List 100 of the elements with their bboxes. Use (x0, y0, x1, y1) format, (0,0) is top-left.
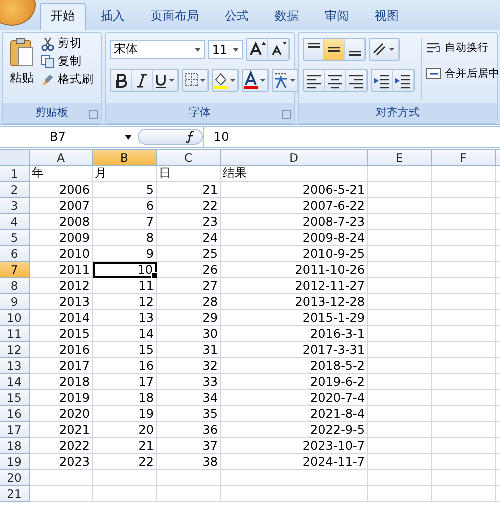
ribbon-tab[interactable]: 审阅 (314, 3, 360, 30)
table-cell (368, 486, 432, 502)
table-cell: 24 (157, 230, 221, 246)
table-cell (157, 470, 221, 486)
table-cell (368, 294, 432, 310)
ribbon-tab[interactable]: 视图 (364, 3, 410, 30)
row-header[interactable]: 8 (0, 278, 30, 294)
table-cell: 2012-11-27 (221, 278, 368, 294)
font-name-field[interactable]: 宋体 (110, 40, 206, 59)
borders-icon[interactable] (183, 70, 208, 91)
table-cell (368, 310, 432, 326)
table-cell: 2008-7-23 (221, 214, 368, 230)
cut-button[interactable]: 剪切 (41, 36, 94, 51)
function-icon[interactable] (185, 131, 197, 143)
row-header[interactable]: 2 (0, 182, 30, 198)
font-size-field[interactable]: 11 (208, 40, 243, 59)
row-header[interactable]: 6 (0, 246, 30, 262)
ribbon-tab[interactable]: 公式 (214, 3, 260, 30)
table-cell: 2009-8-24 (221, 230, 368, 246)
row-header[interactable]: 1 (0, 166, 30, 182)
scissors-icon[interactable] (41, 36, 55, 50)
row-header[interactable]: 12 (0, 342, 30, 358)
row-header[interactable]: 10 (0, 310, 30, 326)
wrap-text-button[interactable]: 自动换行 (426, 40, 500, 56)
table-cell: 2021-8-4 (221, 406, 368, 422)
table-cell (432, 166, 496, 182)
table-cell: 38 (157, 454, 221, 470)
table-cell: 2013 (30, 294, 93, 310)
table-cell: 年 (30, 166, 93, 182)
align-right-icon[interactable] (346, 70, 367, 91)
table-cell: 17 (93, 374, 157, 390)
row-header[interactable]: 18 (0, 438, 30, 454)
row-header[interactable]: 17 (0, 422, 30, 438)
align-left-icon[interactable] (304, 70, 325, 91)
table-cell: 37 (157, 438, 221, 454)
column-header[interactable]: C (157, 150, 221, 166)
decrease-indent-icon[interactable] (372, 70, 393, 91)
group-label: 剪贴板 (3, 103, 101, 123)
clipboard-icon[interactable] (10, 38, 34, 68)
row-header[interactable]: 16 (0, 406, 30, 422)
row-header[interactable]: 21 (0, 486, 30, 502)
insert-function-button[interactable] (138, 129, 203, 145)
table-cell: 36 (157, 422, 221, 438)
row-header[interactable]: 4 (0, 214, 30, 230)
ribbon-tab[interactable]: 数据 (264, 3, 310, 30)
table-cell: 2024-11-7 (221, 454, 368, 470)
copy-button[interactable]: 复制 (41, 54, 94, 69)
row-header[interactable]: 13 (0, 358, 30, 374)
merge-cells-icon[interactable] (426, 66, 442, 82)
ribbon-tab[interactable]: 页面布局 (140, 3, 210, 30)
column-header[interactable]: D (221, 150, 368, 166)
merge-center-button[interactable]: 合并后居中 (426, 66, 500, 82)
dropdown-icon[interactable] (233, 48, 239, 52)
table-cell: 2014 (30, 310, 93, 326)
fill-color-icon[interactable] (213, 70, 238, 91)
row-header[interactable]: 3 (0, 198, 30, 214)
copy-icon[interactable] (41, 54, 55, 68)
column-header[interactable]: F (432, 150, 496, 166)
row-header[interactable]: 11 (0, 326, 30, 342)
column-header[interactable]: B (93, 150, 157, 166)
row-header[interactable]: 14 (0, 374, 30, 390)
table-cell: 2015 (30, 326, 93, 342)
table-cell (432, 278, 496, 294)
vertical-align-button[interactable] (324, 39, 345, 60)
dropdown-icon[interactable] (195, 48, 202, 52)
table-cell: 35 (157, 406, 221, 422)
table-cell (432, 342, 496, 358)
format-painter-button[interactable]: 格式刷 (41, 72, 94, 87)
ribbon-tab[interactable]: 插入 (90, 3, 136, 30)
table-cell (432, 438, 496, 454)
row-header[interactable]: 15 (0, 390, 30, 406)
table-cell: 2017 (30, 358, 93, 374)
table-cell: 22 (93, 454, 157, 470)
column-header[interactable]: E (368, 150, 432, 166)
row-header[interactable]: 7 (0, 262, 30, 278)
column-header[interactable]: A (30, 150, 93, 166)
table-cell: 2011-10-26 (221, 262, 368, 278)
table-cell: 31 (157, 342, 221, 358)
row-header[interactable]: 9 (0, 294, 30, 310)
paintbrush-icon[interactable] (41, 72, 55, 86)
table-cell (93, 470, 157, 486)
align-center-icon[interactable] (325, 70, 346, 91)
row-header[interactable]: 5 (0, 230, 30, 246)
formula-field[interactable]: 10 (203, 127, 500, 147)
table-cell: 2007-6-22 (221, 198, 368, 214)
row-header[interactable]: 19 (0, 454, 30, 470)
row-header[interactable]: 20 (0, 470, 30, 486)
table-cell: 结果 (221, 166, 368, 182)
dropdown-icon[interactable] (125, 134, 132, 140)
name-box[interactable]: B7 (0, 130, 138, 144)
increase-indent-icon[interactable] (393, 70, 414, 91)
underline-icon[interactable] (153, 70, 178, 91)
table-cell: 2007 (30, 198, 93, 214)
table-cell: 2011 (30, 262, 93, 278)
font-color-icon[interactable] (243, 70, 268, 91)
table-cell: 2023-10-7 (221, 438, 368, 454)
fill-handle[interactable] (151, 272, 158, 279)
ribbon-tab[interactable]: 开始 (40, 3, 86, 30)
grow-font-icon[interactable] (247, 39, 268, 60)
paste-button[interactable]: 粘贴 (7, 36, 37, 100)
